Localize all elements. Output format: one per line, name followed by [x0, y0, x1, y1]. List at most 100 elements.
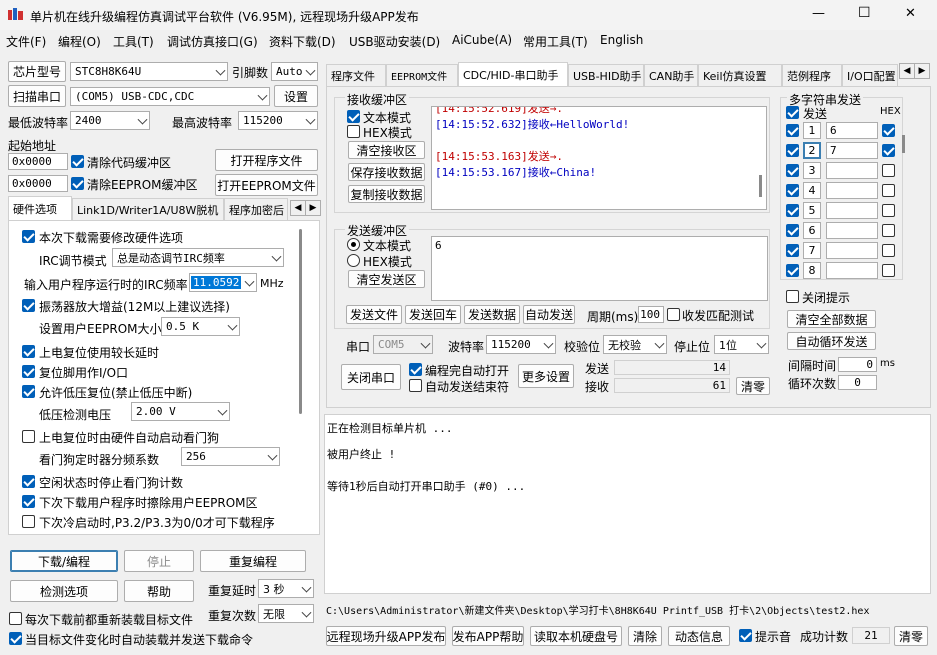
multi-row-number-button[interactable]: 1 [803, 122, 821, 139]
multi-hex-checkbox[interactable] [882, 144, 895, 157]
menu-debug[interactable]: 调试仿真接口(G) [167, 33, 258, 50]
opt-reset-io-checkbox[interactable] [22, 365, 35, 378]
opt-hw-wdt-checkbox[interactable] [22, 430, 35, 443]
more-settings-button[interactable]: 更多设置 [518, 364, 574, 388]
eeprom-start-addr-input[interactable]: 0x0000 [8, 175, 68, 192]
download-button[interactable]: 下载/编程 [10, 550, 118, 572]
interval-input[interactable]: 0 [838, 357, 877, 372]
multi-send-checkbox[interactable] [786, 124, 799, 137]
clear-recv-button[interactable]: 清空接收区 [348, 141, 425, 159]
multi-hex-checkbox[interactable] [882, 164, 895, 177]
irc-mode-select[interactable]: 总是动态调节IRC频率 [112, 248, 284, 267]
recv-text-mode-checkbox[interactable] [347, 110, 360, 123]
save-recv-button[interactable]: 保存接收数据 [348, 163, 425, 181]
publish-app-button[interactable]: 远程现场升级APP发布 [326, 626, 446, 646]
right-tab-scroll-left[interactable]: ◀ [899, 63, 915, 79]
irc-freq-select[interactable]: 11.0592 [189, 273, 257, 292]
multi-send-all-checkbox[interactable] [786, 106, 799, 119]
opt-modify-hw-checkbox[interactable] [22, 230, 35, 243]
chip-type-select[interactable]: STC8H8K64U [70, 62, 228, 81]
recv-textarea[interactable]: [14:15:52.619]发送→. [14:15:52.632]接收←Hell… [431, 106, 767, 210]
send-file-button[interactable]: 发送文件 [346, 305, 402, 324]
multi-hex-checkbox[interactable] [882, 264, 895, 277]
wdt-select[interactable]: 256 [181, 447, 280, 466]
send-data-button[interactable]: 发送数据 [464, 305, 520, 324]
multi-row-number-button[interactable]: 6 [803, 222, 821, 239]
send-return-button[interactable]: 发送回车 [405, 305, 461, 324]
opt-erase-eeprom-checkbox[interactable] [22, 495, 35, 508]
tab-can[interactable]: CAN助手 [644, 64, 698, 86]
send-hex-mode-radio[interactable] [347, 254, 360, 267]
close-button[interactable]: ✕ [905, 6, 916, 21]
right-tab-scroll-right[interactable]: ▶ [914, 63, 930, 79]
left-tab-scroll-left[interactable]: ◀ [290, 200, 306, 216]
tab-link1d[interactable]: Link1D/Writer1A/U8W脱机 [72, 198, 224, 220]
menu-tools[interactable]: 工具(T) [113, 33, 154, 50]
minimize-button[interactable]: — [812, 6, 825, 21]
auto-loop-button[interactable]: 自动循环发送 [787, 332, 876, 350]
parity-select[interactable]: 无校验 [603, 335, 667, 354]
clear-send-button[interactable]: 清空发送区 [348, 270, 425, 288]
auto-send-button[interactable]: 自动发送 [523, 305, 575, 324]
opt-long-reset-checkbox[interactable] [22, 345, 35, 358]
multi-send-checkbox[interactable] [786, 244, 799, 257]
tab-program-file[interactable]: 程序文件 [326, 64, 386, 86]
pin-count-select[interactable]: Auto [271, 62, 318, 81]
multi-send-checkbox[interactable] [786, 144, 799, 157]
tab-encrypt[interactable]: 程序加密后 [224, 198, 288, 220]
multi-send-checkbox[interactable] [786, 224, 799, 237]
max-baud-select[interactable]: 115200 [238, 111, 318, 130]
log-area[interactable]: 正在检测目标单片机 ... 被用户终止 ! 等待1秒后自动打开串口助手 (#0)… [324, 414, 931, 594]
tab-usb-hid[interactable]: USB-HID助手 [568, 64, 644, 86]
multi-send-checkbox[interactable] [786, 164, 799, 177]
tab-eeprom-file[interactable]: EEPROM文件 [386, 64, 458, 86]
menu-download[interactable]: 资料下载(D) [269, 33, 336, 50]
read-disk-button[interactable]: 读取本机硬盘号 [530, 626, 622, 646]
repeat-count-select[interactable]: 无限 [258, 604, 314, 623]
send-textarea[interactable]: 6 [431, 236, 768, 301]
multi-row-number-button[interactable]: 7 [803, 242, 821, 259]
auto-send-end-checkbox[interactable] [409, 379, 422, 392]
open-program-file-button[interactable]: 打开程序文件 [215, 149, 318, 171]
menu-program[interactable]: 编程(O) [58, 33, 101, 50]
open-eeprom-file-button[interactable]: 打开EEPROM文件 [215, 174, 318, 196]
multi-string-input[interactable] [826, 242, 878, 259]
send-text-mode-radio[interactable] [347, 238, 360, 251]
reprogram-button[interactable]: 重复编程 [200, 550, 306, 572]
help-button[interactable]: 帮助 [124, 580, 194, 602]
serial-port-select[interactable]: COM5 [373, 335, 433, 354]
multi-send-checkbox[interactable] [786, 204, 799, 217]
loop-input[interactable]: 0 [838, 375, 877, 390]
opt-osc-gain-checkbox[interactable] [22, 299, 35, 312]
multi-row-number-button[interactable]: 2 [803, 142, 821, 159]
multi-send-checkbox[interactable] [786, 184, 799, 197]
menu-usb-driver[interactable]: USB驱动安装(D) [349, 33, 440, 50]
options-scrollbar[interactable] [299, 229, 302, 414]
maximize-button[interactable]: ☐ [858, 5, 871, 21]
multi-scrollbar[interactable] [902, 135, 905, 153]
clear-eeprom-checkbox[interactable] [71, 177, 84, 190]
tab-keil[interactable]: Keil仿真设置 [698, 64, 782, 86]
multi-string-input[interactable]: 6 [826, 122, 878, 139]
multi-string-input[interactable]: 7 [826, 142, 878, 159]
lvd-select[interactable]: 2.00 V [131, 402, 230, 421]
check-options-button[interactable]: 检测选项 [10, 580, 118, 602]
multi-row-number-button[interactable]: 3 [803, 162, 821, 179]
menu-common-tools[interactable]: 常用工具(T) [523, 33, 588, 50]
code-start-addr-input[interactable]: 0x0000 [8, 153, 68, 170]
match-test-checkbox[interactable] [667, 308, 680, 321]
clear-log-button[interactable]: 清除 [628, 626, 662, 646]
port-select[interactable]: (COM5) USB-CDC,CDC [70, 87, 270, 106]
tab-io-config[interactable]: I/O口配置 [842, 64, 898, 86]
publish-help-button[interactable]: 发布APP帮助 [452, 626, 524, 646]
period-input[interactable]: 100 [638, 306, 664, 323]
tab-serial-assistant[interactable]: CDC/HID-串口助手 [458, 62, 568, 86]
multi-hex-checkbox[interactable] [882, 244, 895, 257]
min-baud-select[interactable]: 2400 [70, 111, 150, 130]
left-tab-scroll-right[interactable]: ▶ [305, 200, 321, 216]
multi-hex-checkbox[interactable] [882, 224, 895, 237]
multi-send-checkbox[interactable] [786, 264, 799, 277]
menu-english[interactable]: English [600, 33, 643, 47]
multi-row-number-button[interactable]: 4 [803, 182, 821, 199]
repeat-delay-select[interactable]: 3 秒 [258, 579, 314, 598]
